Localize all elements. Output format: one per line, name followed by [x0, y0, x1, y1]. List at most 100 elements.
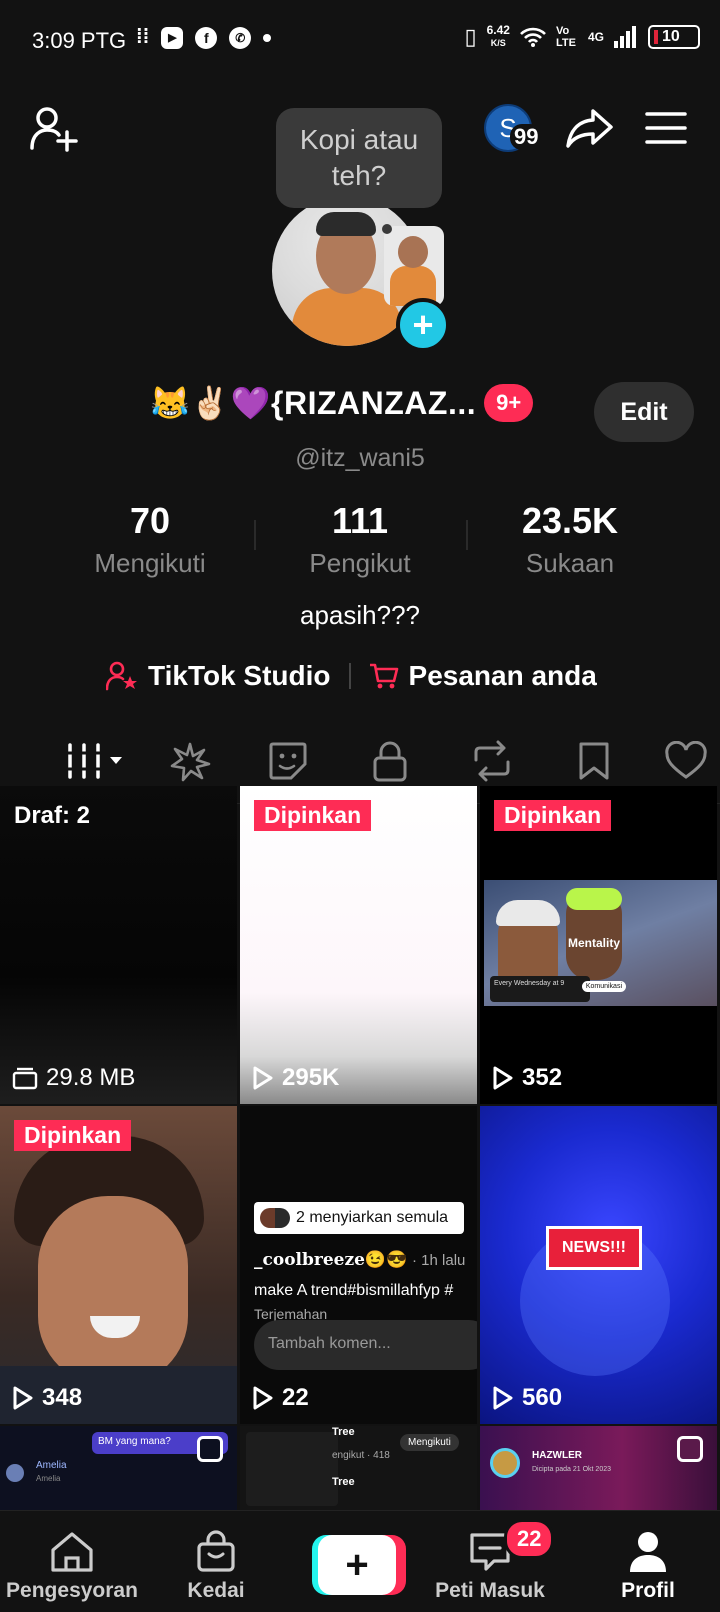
inbox-count-badge: 22	[504, 1519, 555, 1559]
comment-user: _coolbreeze😉😎	[254, 1250, 408, 1270]
pinned-badge: Dipinkan	[494, 800, 612, 831]
views-count: 348	[42, 1384, 83, 1411]
stat-divider	[254, 520, 256, 550]
tab-private[interactable]	[360, 738, 420, 784]
thumb-helmet	[496, 900, 560, 926]
views-count: 295K	[282, 1064, 340, 1091]
partial-name: Amelia	[36, 1460, 67, 1471]
plus-icon: +	[345, 1542, 369, 1587]
drafts-tile[interactable]: Draf: 2 29.8 MB	[0, 786, 237, 1104]
name-badge[interactable]: 9+	[484, 384, 534, 422]
nav-profile[interactable]: Profil	[578, 1525, 718, 1603]
video-tile[interactable]: Dipinkan Mentality Every Wednesday at 9 …	[480, 786, 717, 1104]
stat-label: Mengikuti	[94, 548, 206, 578]
tab-effects[interactable]	[160, 738, 220, 784]
bottom-navigation: Pengesyoran Kedai + Peti Masuk 22 Profil	[0, 1510, 720, 1612]
status-right: ▯ 6.42 K/S Vo LTE 4G 10	[465, 24, 700, 49]
whatsapp-icon: ✆	[229, 26, 252, 49]
sparkle-icon	[170, 742, 211, 782]
profile-name: 😹✌🏻💜{RIZANZAZ...	[150, 385, 477, 421]
video-tile-partial[interactable]: BM yang mana? Amelia Amelia	[0, 1426, 237, 1510]
play-icon	[13, 1386, 33, 1410]
video-views: 560	[492, 1384, 562, 1412]
edit-profile-button[interactable]: Edit	[594, 382, 694, 442]
shop-bag-icon	[197, 1530, 235, 1572]
drafts-size-value: 29.8 MB	[46, 1064, 136, 1091]
video-tile-partial[interactable]: HAZWLER Dicipta pada 21 Okt 2023	[480, 1426, 717, 1510]
tiktok-studio-link[interactable]: TikTok Studio	[106, 660, 331, 692]
plus-icon: +	[412, 304, 434, 345]
lock-icon	[373, 741, 407, 782]
app-notification-icon: ⁞⁞	[136, 26, 150, 48]
thumb-overlay-text: Mentality	[568, 936, 621, 950]
thumb-chip: Komunikasi	[581, 981, 626, 992]
add-story-button[interactable]: +	[396, 298, 450, 352]
orders-label: Pesanan anda	[408, 660, 597, 691]
nav-home[interactable]: Pengesyoran	[2, 1525, 142, 1603]
partial-tag-2: Tree	[332, 1476, 355, 1488]
video-tile[interactable]: Dipinkan 295K	[240, 786, 477, 1104]
tab-reposts[interactable]	[462, 738, 522, 784]
tab-videos[interactable]	[60, 738, 130, 784]
comment-placeholder: Tambah komen...	[268, 1335, 391, 1352]
add-user-icon	[30, 107, 78, 152]
facebook-icon: f	[195, 26, 218, 49]
storage-icon	[12, 1067, 38, 1090]
comment-time: · 1h lalu	[412, 1252, 466, 1269]
nav-shop[interactable]: Kedai	[146, 1525, 286, 1603]
partial-sub: Dicipta pada 21 Okt 2023	[532, 1466, 611, 1473]
views-count: 560	[522, 1384, 563, 1411]
stat-likes[interactable]: 23.5K Sukaan	[470, 500, 670, 579]
status-bubble[interactable]: Kopi atau teh?	[276, 108, 442, 208]
video-views: 22	[252, 1384, 309, 1412]
tab-stickers[interactable]	[258, 738, 318, 784]
grid-icon	[64, 743, 122, 779]
video-tile[interactable]: Dipinkan 348	[0, 1106, 237, 1424]
share-button[interactable]	[562, 100, 618, 156]
thumb-caption: Every Wednesday at 9	[494, 980, 565, 987]
add-friend-button[interactable]	[26, 100, 82, 156]
video-thumbnail: Mentality Every Wednesday at 9 Komunikas…	[484, 880, 717, 1006]
net-speed: 6.42 K/S	[487, 24, 510, 49]
play-icon	[253, 1386, 273, 1410]
video-tile[interactable]: NEWS!!! 560	[480, 1106, 717, 1424]
comment-user-row: _coolbreeze😉😎 · 1h lalu	[254, 1250, 465, 1270]
account-notification-count: 99	[510, 124, 543, 150]
create-button[interactable]: +	[312, 1535, 406, 1595]
account-switcher[interactable]: S 99	[482, 100, 543, 156]
views-count: 352	[522, 1064, 563, 1091]
video-tile-partial[interactable]: Tree engikut · 418 Mengikuti Tree	[240, 1426, 477, 1510]
hamburger-icon	[645, 112, 687, 144]
share-icon	[566, 109, 613, 148]
stat-following[interactable]: 70 Mengikuti	[50, 500, 250, 579]
speed-value: 6.42	[486, 23, 510, 37]
edit-label: Edit	[620, 397, 668, 426]
play-icon	[493, 1066, 513, 1090]
menu-button[interactable]	[638, 100, 694, 156]
stat-value: 70	[129, 500, 171, 541]
stat-label: Sukaan	[525, 548, 615, 578]
nav-inbox-label: Peti Masuk	[435, 1579, 545, 1602]
battery-value: 10	[662, 27, 680, 45]
news-text: NEWS!!!	[562, 1239, 626, 1256]
tiktok-studio-label: TikTok Studio	[148, 660, 331, 691]
network-type: 4G	[587, 29, 604, 44]
pinned-badge: Dipinkan	[14, 1120, 132, 1151]
video-tile[interactable]: 2 menyiarkan semula _coolbreeze😉😎 · 1h l…	[240, 1106, 477, 1424]
avatar-hair	[316, 212, 376, 236]
create-button-face: +	[318, 1535, 396, 1595]
repost-text: 2 menyiarkan semula	[296, 1209, 449, 1226]
multi-photo-icon	[197, 1436, 223, 1462]
thumb-comment-card: Every Wednesday at 9 Komunikasi	[490, 976, 626, 1002]
stat-followers[interactable]: 111 Pengikut	[260, 500, 460, 579]
tab-favorites[interactable]	[564, 738, 624, 784]
creator-star-icon	[106, 661, 137, 691]
stat-value: 111	[331, 500, 389, 541]
link-divider	[348, 663, 351, 689]
play-icon	[253, 1066, 273, 1090]
stat-value: 23.5K	[521, 500, 619, 541]
vibrate-icon: ▯	[464, 23, 477, 49]
orders-link[interactable]: Pesanan anda	[369, 660, 597, 692]
play-icon	[493, 1386, 513, 1410]
tab-liked[interactable]	[664, 738, 720, 784]
